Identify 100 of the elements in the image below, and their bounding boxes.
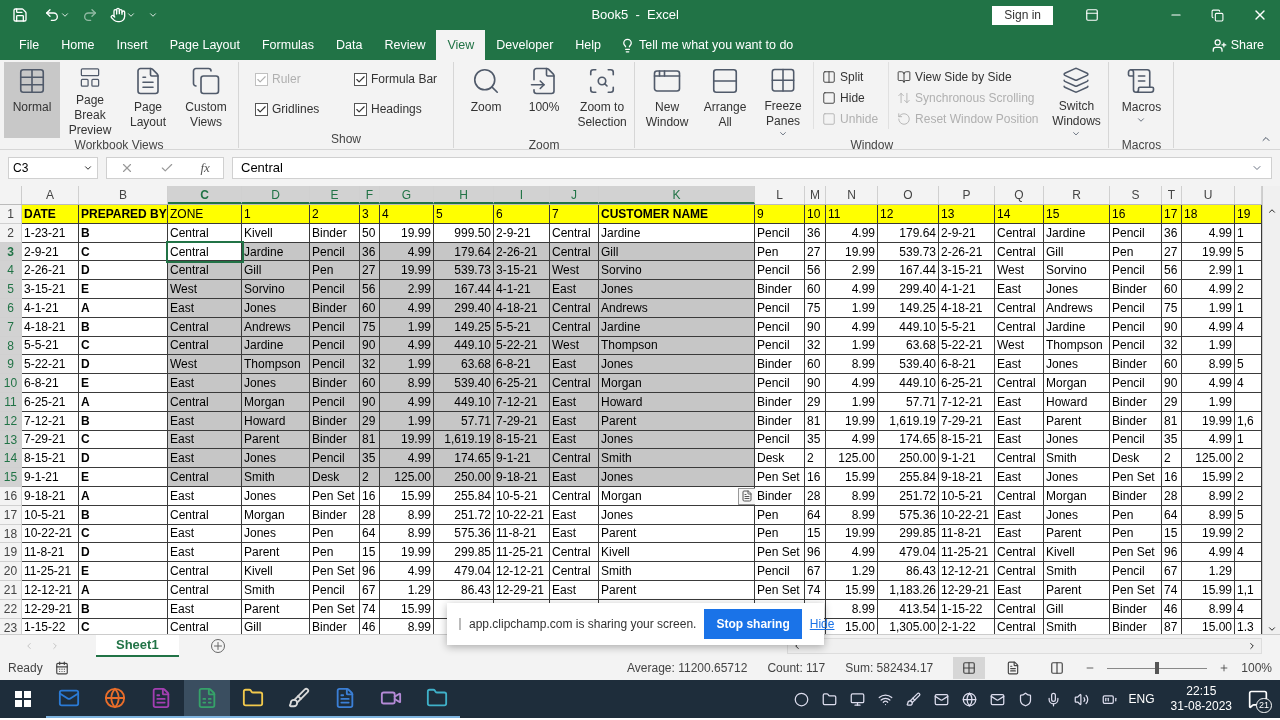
speaker-icon[interactable] bbox=[1073, 691, 1089, 707]
ribbon-tab[interactable]: Home bbox=[50, 30, 106, 60]
column-header[interactable]: G bbox=[380, 186, 434, 204]
zoom-slider-thumb[interactable] bbox=[1155, 662, 1160, 674]
scroll-up-icon[interactable] bbox=[1266, 206, 1277, 216]
paste-options-icon[interactable] bbox=[738, 487, 756, 505]
column-header[interactable]: C bbox=[168, 186, 242, 204]
horizontal-scrollbar[interactable] bbox=[787, 637, 1262, 654]
ribbon-tab[interactable]: File bbox=[8, 30, 51, 60]
column-header[interactable]: R bbox=[1044, 186, 1110, 204]
row-header[interactable]: 5 bbox=[0, 280, 22, 299]
ribbon-button[interactable]: Zoom bbox=[458, 62, 515, 138]
ribbon-button[interactable]: Zoom to Selection bbox=[574, 62, 631, 138]
checkbox-option[interactable]: Headings bbox=[354, 100, 438, 118]
save-icon[interactable] bbox=[12, 7, 28, 23]
column-header[interactable]: H bbox=[434, 186, 494, 204]
mail-icon[interactable] bbox=[989, 691, 1005, 707]
row-header[interactable]: 4 bbox=[0, 261, 22, 281]
row-header[interactable]: 20 bbox=[0, 562, 22, 581]
row-header[interactable]: 1 bbox=[0, 205, 22, 224]
screen-icon[interactable] bbox=[849, 691, 865, 707]
row-header[interactable]: 19 bbox=[0, 543, 22, 563]
tell-me-field[interactable]: Tell me what you want to do bbox=[639, 35, 794, 55]
checkbox[interactable] bbox=[255, 102, 268, 116]
drag-handle-icon[interactable] bbox=[459, 618, 461, 630]
ribbon-tab[interactable]: Developer bbox=[485, 30, 565, 60]
ribbon-small-button[interactable]: View Side by Side bbox=[897, 66, 1039, 87]
column-header[interactable]: O bbox=[878, 186, 939, 204]
view-button[interactable] bbox=[953, 657, 986, 679]
macro-record-icon[interactable] bbox=[54, 661, 69, 675]
wifi-icon[interactable] bbox=[877, 691, 893, 707]
column-header[interactable]: N bbox=[826, 186, 878, 204]
shield-icon[interactable] bbox=[1017, 691, 1033, 707]
formula-field[interactable]: Central bbox=[232, 157, 1272, 179]
column-header[interactable]: F bbox=[360, 186, 380, 204]
column-header[interactable]: L bbox=[755, 186, 805, 204]
checkbox-option[interactable]: Formula Bar bbox=[354, 70, 438, 88]
column-header[interactable]: I bbox=[494, 186, 550, 204]
row-header[interactable]: 10 bbox=[0, 374, 22, 393]
checkbox[interactable] bbox=[354, 102, 368, 116]
brush-icon[interactable] bbox=[905, 691, 921, 707]
vertical-scrollbar[interactable] bbox=[1262, 186, 1280, 634]
zoom-slider[interactable] bbox=[1107, 662, 1208, 674]
column-header[interactable]: P bbox=[939, 186, 995, 204]
ribbon-button[interactable]: Page Break Preview bbox=[62, 62, 118, 138]
globe-icon[interactable] bbox=[961, 691, 977, 707]
column-header[interactable]: D bbox=[242, 186, 310, 204]
row-header[interactable]: 9 bbox=[0, 355, 22, 375]
ribbon-button[interactable]: Custom Views bbox=[178, 62, 234, 138]
column-header[interactable]: Q bbox=[995, 186, 1044, 204]
scroll-right-icon[interactable] bbox=[1247, 640, 1257, 651]
record-icon[interactable] bbox=[793, 691, 809, 707]
microphone-icon[interactable] bbox=[1045, 691, 1061, 707]
ribbon-button[interactable]: Switch Windows bbox=[1048, 62, 1105, 138]
column-header[interactable]: M bbox=[805, 186, 826, 204]
ribbon-button[interactable]: Normal bbox=[4, 62, 60, 138]
clock[interactable]: 22:15 31-08-2023 bbox=[1170, 684, 1232, 714]
touch-icon[interactable] bbox=[110, 7, 126, 23]
row-header[interactable]: 15 bbox=[0, 468, 22, 487]
ribbon-tab[interactable]: Page Layout bbox=[158, 30, 251, 60]
zoom-in-icon[interactable] bbox=[1219, 663, 1230, 673]
row-header[interactable]: 14 bbox=[0, 449, 22, 469]
ribbon-display-icon[interactable] bbox=[1085, 8, 1099, 22]
ribbon-tab[interactable]: Data bbox=[325, 30, 374, 60]
share-button[interactable]: Share bbox=[1211, 30, 1280, 60]
scroll-down-icon[interactable] bbox=[1266, 624, 1277, 634]
column-header[interactable]: T bbox=[1162, 186, 1182, 204]
ribbon-small-button[interactable]: Split bbox=[822, 66, 879, 87]
checkbox[interactable] bbox=[354, 72, 368, 86]
checkbox-option[interactable]: Gridlines bbox=[255, 100, 339, 118]
name-box[interactable]: C3 bbox=[8, 157, 98, 179]
ribbon-button[interactable]: Arrange All bbox=[697, 62, 754, 138]
column-header[interactable]: U bbox=[1182, 186, 1235, 204]
language-indicator[interactable]: ENG bbox=[1128, 690, 1155, 708]
ribbon-button[interactable]: Freeze Panes bbox=[755, 62, 812, 138]
column-header[interactable]: J bbox=[550, 186, 599, 204]
ribbon-tab[interactable]: View bbox=[436, 30, 486, 60]
column-header[interactable]: S bbox=[1110, 186, 1162, 204]
ribbon-tab[interactable]: Help bbox=[564, 30, 613, 60]
sign-in-button[interactable]: Sign in bbox=[992, 5, 1053, 25]
ribbon-button[interactable]: New Window bbox=[639, 62, 696, 138]
sheet-tab[interactable]: Sheet1 bbox=[96, 634, 179, 657]
ribbon-button[interactable]: 100% bbox=[516, 62, 573, 138]
ribbon-button[interactable]: Macros bbox=[1113, 62, 1170, 138]
ribbon-tab[interactable]: Review bbox=[373, 30, 437, 60]
caret-icon[interactable] bbox=[60, 10, 70, 20]
ribbon-small-button[interactable]: Hide bbox=[822, 87, 879, 108]
folder-icon[interactable] bbox=[821, 691, 837, 707]
zoom-level[interactable]: 100% bbox=[1241, 659, 1272, 677]
ribbon-tab[interactable]: Formulas bbox=[250, 30, 326, 60]
enter-icon[interactable] bbox=[160, 161, 175, 175]
customize-icon[interactable] bbox=[148, 10, 158, 20]
ribbon-button[interactable]: Page Layout bbox=[120, 62, 176, 138]
insert-function-button[interactable]: fx bbox=[200, 158, 210, 178]
mail-icon[interactable] bbox=[933, 691, 949, 707]
stop-sharing-button[interactable]: Stop sharing bbox=[704, 609, 802, 639]
restore-icon[interactable] bbox=[1211, 8, 1224, 22]
ribbon-tab[interactable]: Insert bbox=[105, 30, 159, 60]
column-header[interactable]: A bbox=[22, 186, 79, 204]
undo-icon[interactable] bbox=[44, 7, 60, 23]
